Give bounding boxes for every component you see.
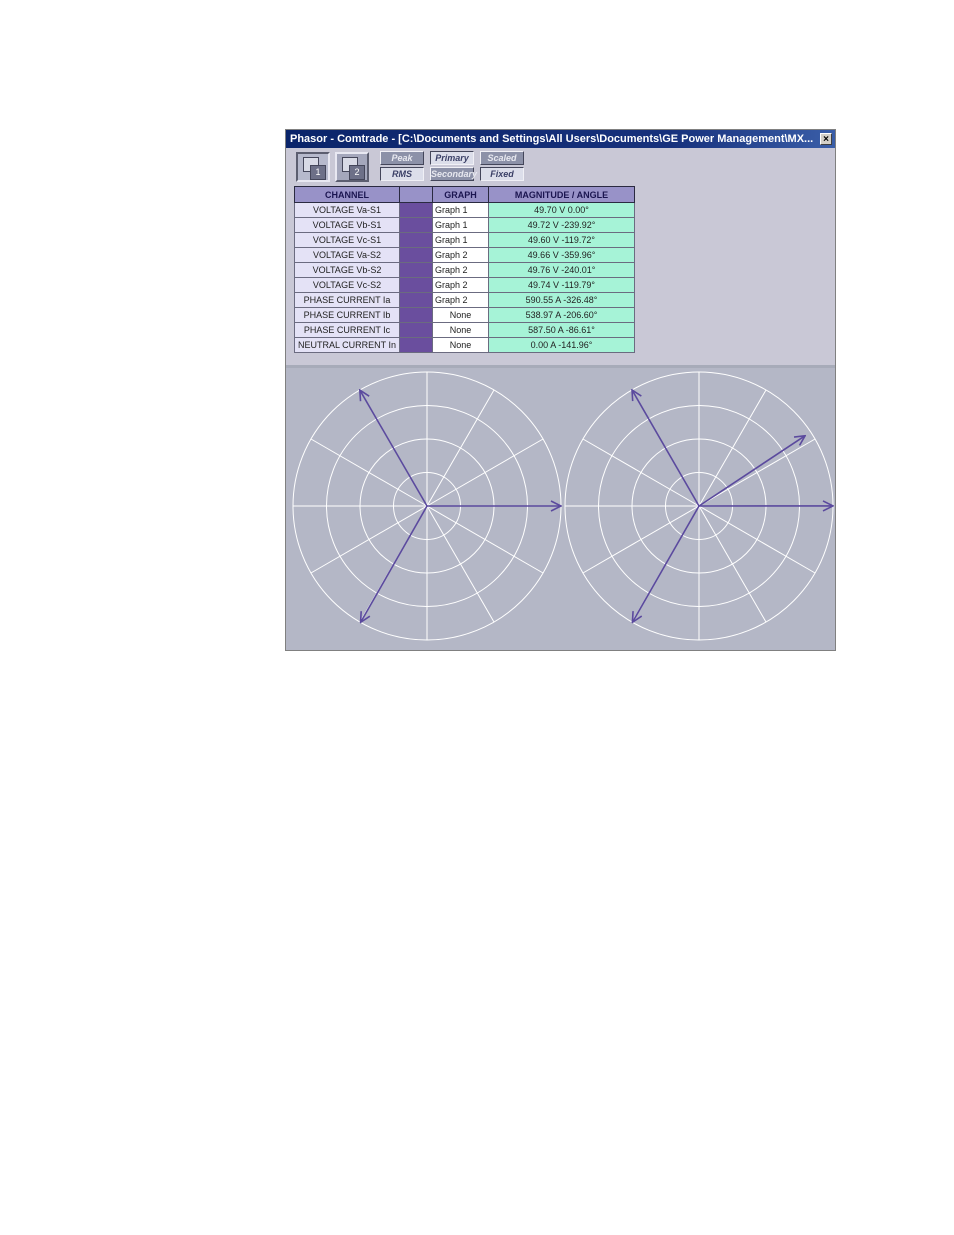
channel-cell[interactable]: VOLTAGE Va-S1 <box>294 202 400 218</box>
channel-cell[interactable]: VOLTAGE Vc-S2 <box>294 277 400 293</box>
phasor-window: Phasor - Comtrade - [C:\Documents and Se… <box>285 129 836 651</box>
scaled-button[interactable]: Scaled <box>480 151 524 165</box>
color-swatch[interactable] <box>399 337 433 353</box>
channel-cell[interactable]: PHASE CURRENT Ib <box>294 307 400 323</box>
magnitude-angle-cell: 49.74 V -119.79° <box>488 277 635 293</box>
graph-number-icon: 2 <box>349 165 365 180</box>
grid-spoke <box>426 438 544 507</box>
phasor-diagrams <box>292 371 835 641</box>
magnitude-angle-cell: 49.76 V -240.01° <box>488 262 635 278</box>
phasor-arrow <box>632 505 700 622</box>
window-title: Phasor - Comtrade - [C:\Documents and Se… <box>290 133 814 145</box>
color-swatch[interactable] <box>399 247 433 263</box>
grid-spoke <box>426 505 544 574</box>
channel-cell[interactable]: VOLTAGE Va-S2 <box>294 247 400 263</box>
graph-1-button[interactable]: 1 <box>296 152 330 182</box>
control-panel: 1 2 Peak RMS Primary Secondary Scaled Fi… <box>286 148 835 368</box>
phasor-arrow <box>360 390 428 507</box>
color-swatch[interactable] <box>399 217 433 233</box>
graph-cell[interactable]: Graph 1 <box>432 232 489 248</box>
secondary-button[interactable]: Secondary <box>430 167 477 181</box>
graph-cell[interactable]: None <box>432 322 489 338</box>
title-bar[interactable]: Phasor - Comtrade - [C:\Documents and Se… <box>286 130 835 148</box>
phasor-arrow <box>632 390 700 507</box>
graph-cell[interactable]: None <box>432 337 489 353</box>
grid-spoke <box>310 438 428 507</box>
graph-cell[interactable]: None <box>432 307 489 323</box>
fixed-button[interactable]: Fixed <box>480 167 524 181</box>
magnitude-angle-cell: 538.97 A -206.60° <box>488 307 635 323</box>
phasor-arrow <box>698 436 805 507</box>
peak-button[interactable]: Peak <box>380 151 424 165</box>
grid-spoke <box>698 505 767 623</box>
grid-spoke <box>698 438 816 507</box>
table-header-row: CHANNEL GRAPH MAGNITUDE / ANGLE <box>294 186 635 203</box>
graph-number-icon: 1 <box>310 165 326 180</box>
color-swatch[interactable] <box>399 262 433 278</box>
header-color <box>399 186 433 203</box>
phasor-plot-area <box>286 368 835 650</box>
magnitude-angle-cell: 49.60 V -119.72° <box>488 232 635 248</box>
table-row: VOLTAGE Va-S2 Graph 2 49.66 V -359.96° <box>294 247 635 263</box>
magnitude-angle-cell: 49.72 V -239.92° <box>488 217 635 233</box>
channel-table: CHANNEL GRAPH MAGNITUDE / ANGLE VOLTAGE … <box>294 186 635 353</box>
primary-button[interactable]: Primary <box>430 151 474 165</box>
table-row: VOLTAGE Va-S1 Graph 1 49.70 V 0.00° <box>294 202 635 218</box>
table-row: PHASE CURRENT Ia Graph 2 590.55 A -326.4… <box>294 292 635 308</box>
table-row: NEUTRAL CURRENT In None 0.00 A -141.96° <box>294 337 635 353</box>
channel-cell[interactable]: VOLTAGE Vb-S2 <box>294 262 400 278</box>
magnitude-angle-cell: 49.66 V -359.96° <box>488 247 635 263</box>
table-row: VOLTAGE Vb-S1 Graph 1 49.72 V -239.92° <box>294 217 635 233</box>
header-channel: CHANNEL <box>294 186 400 203</box>
graph-cell[interactable]: Graph 2 <box>432 247 489 263</box>
grid-spoke <box>698 389 767 507</box>
magnitude-angle-cell: 49.70 V 0.00° <box>488 202 635 218</box>
table-row: VOLTAGE Vc-S1 Graph 1 49.60 V -119.72° <box>294 232 635 248</box>
grid-spoke <box>698 505 816 574</box>
grid-spoke <box>426 505 495 623</box>
channel-cell[interactable]: NEUTRAL CURRENT In <box>294 337 400 353</box>
magnitude-angle-cell: 0.00 A -141.96° <box>488 337 635 353</box>
channel-cell[interactable]: VOLTAGE Vc-S1 <box>294 232 400 248</box>
close-button[interactable]: × <box>820 133 832 145</box>
table-row: PHASE CURRENT Ic None 587.50 A -86.61° <box>294 322 635 338</box>
graph-cell[interactable]: Graph 2 <box>432 277 489 293</box>
color-swatch[interactable] <box>399 277 433 293</box>
graph-2-button[interactable]: 2 <box>335 152 369 182</box>
graph-cell[interactable]: Graph 2 <box>432 292 489 308</box>
phasor-graph-1 <box>292 371 561 641</box>
header-graph: GRAPH <box>432 186 489 203</box>
graph-cell[interactable]: Graph 1 <box>432 217 489 233</box>
magnitude-angle-cell: 587.50 A -86.61° <box>488 322 635 338</box>
channel-cell[interactable]: PHASE CURRENT Ia <box>294 292 400 308</box>
color-swatch[interactable] <box>399 307 433 323</box>
color-swatch[interactable] <box>399 202 433 218</box>
grid-spoke <box>310 505 428 574</box>
grid-spoke <box>426 389 495 507</box>
graph-cell[interactable]: Graph 1 <box>432 202 489 218</box>
magnitude-angle-cell: 590.55 A -326.48° <box>488 292 635 308</box>
header-magnitude-angle: MAGNITUDE / ANGLE <box>488 186 635 203</box>
table-row: VOLTAGE Vc-S2 Graph 2 49.74 V -119.79° <box>294 277 635 293</box>
graph-cell[interactable]: Graph 2 <box>432 262 489 278</box>
grid-spoke <box>582 438 700 507</box>
color-swatch[interactable] <box>399 232 433 248</box>
color-swatch[interactable] <box>399 292 433 308</box>
rms-button[interactable]: RMS <box>380 167 424 181</box>
phasor-graph-2 <box>564 371 833 641</box>
color-swatch[interactable] <box>399 322 433 338</box>
table-row: PHASE CURRENT Ib None 538.97 A -206.60° <box>294 307 635 323</box>
channel-cell[interactable]: PHASE CURRENT Ic <box>294 322 400 338</box>
phasor-arrow <box>361 505 428 622</box>
table-row: VOLTAGE Vb-S2 Graph 2 49.76 V -240.01° <box>294 262 635 278</box>
channel-cell[interactable]: VOLTAGE Vb-S1 <box>294 217 400 233</box>
grid-spoke <box>582 505 700 574</box>
